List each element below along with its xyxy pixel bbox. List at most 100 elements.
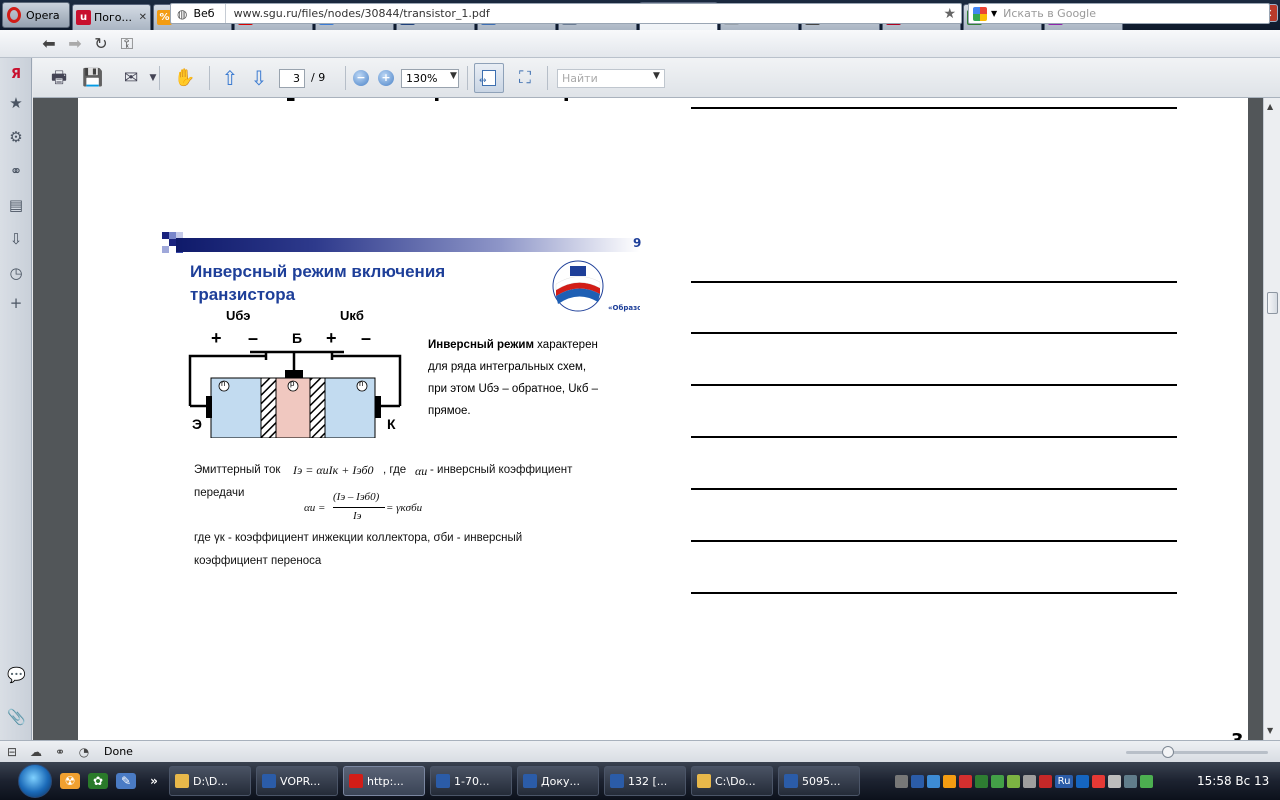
emitter-plus-sign: + — [211, 328, 222, 348]
tray-player-icon[interactable] — [943, 774, 956, 788]
page-number-input[interactable]: 3 — [279, 69, 305, 88]
unite-icon[interactable]: ⚭ — [7, 162, 25, 180]
notes-icon[interactable]: ▤ — [7, 196, 25, 214]
tray-app-icon[interactable] — [895, 774, 908, 788]
tray-keyboard-icon[interactable] — [1124, 774, 1137, 788]
share-dropdown-icon[interactable]: ▼ — [141, 67, 165, 89]
save-icon[interactable]: 💾 — [81, 67, 105, 89]
taskbar-app-icon — [262, 774, 276, 788]
scroll-down-icon[interactable]: ▼ — [1267, 726, 1273, 735]
bookmark-star-icon[interactable]: ★ — [943, 6, 961, 22]
scroll-up-icon[interactable]: ▲ — [1267, 102, 1273, 111]
google-icon[interactable] — [973, 6, 987, 21]
quicklaunch-more-icon[interactable]: » — [144, 773, 164, 789]
pdf-page: 9 Инверсный режим включения транзистора … — [78, 98, 1248, 740]
reload-icon[interactable]: ↻ — [88, 34, 114, 53]
quicklaunch-editor-icon[interactable]: ✎ — [116, 773, 136, 789]
region-n-collector: n — [359, 379, 364, 388]
language-indicator[interactable]: Ru — [1055, 774, 1073, 788]
tray-alert-icon[interactable] — [959, 774, 972, 788]
add-panel-icon[interactable]: + — [7, 294, 25, 312]
taskbar-button[interactable]: D:\D... — [169, 766, 251, 796]
downloads-icon[interactable]: ⇩ — [7, 230, 25, 248]
pdf-viewport: 9 Инверсный режим включения транзистора … — [33, 98, 1263, 740]
taskbar-button[interactable]: 132 [... — [604, 766, 686, 796]
history-clock-icon[interactable]: ◷ — [7, 264, 25, 282]
tray-speaker-icon[interactable] — [1108, 774, 1121, 788]
opera-panel-sidebar: Я ★ ⚙ ⚭ ▤ ⇩ ◷ + 💬 📎 — [0, 58, 32, 740]
taskbar-button[interactable]: http:... — [343, 766, 425, 796]
clock[interactable]: 15:58 Вс 13 — [1197, 774, 1269, 788]
chat-icon[interactable]: 💬 — [7, 666, 26, 684]
tray-display-icon[interactable] — [1140, 774, 1153, 788]
taskbar-button-label: 1-70... — [454, 774, 490, 788]
fit-width-button[interactable]: ↔ — [474, 63, 504, 93]
prev-page-icon[interactable]: ⇧ — [219, 68, 241, 88]
hand-tool-icon[interactable]: ✋ — [173, 67, 197, 89]
unite-status-icon[interactable]: ⚭ — [48, 745, 72, 759]
tray-blocked-icon[interactable] — [1092, 774, 1105, 788]
tray-volume-icon[interactable] — [1023, 774, 1036, 788]
slide-header-bar — [176, 238, 640, 252]
yandex-icon[interactable]: Я — [7, 66, 25, 84]
search-field[interactable]: ▼ Искать в Google — [968, 3, 1270, 24]
key-icon[interactable]: ⚿ — [114, 34, 140, 54]
scroll-thumb[interactable] — [1267, 292, 1278, 314]
print-icon[interactable]: 🖶 — [47, 67, 71, 89]
tray-antivirus-icon[interactable] — [1039, 774, 1052, 788]
attachment-icon[interactable]: 📎 — [7, 708, 26, 726]
find-dropdown-icon[interactable]: ▼ — [653, 71, 660, 81]
taskbar-button[interactable]: C:\Do... — [691, 766, 773, 796]
gamma-sigma-text: где γк - коэффициент инжекции коллектора… — [194, 532, 523, 544]
turbo-icon[interactable]: ◔ — [72, 745, 96, 759]
tray-update-icon[interactable] — [991, 774, 1004, 788]
fit-page-icon[interactable]: ⛶ — [513, 67, 537, 89]
note-line — [691, 540, 1177, 542]
taskbar-app-icon — [349, 774, 363, 788]
tray-skype-icon[interactable] — [975, 774, 988, 788]
zoom-out-icon[interactable]: − — [353, 70, 369, 86]
opera-link-cloud-icon[interactable]: ☁ — [24, 745, 48, 759]
tray-bluetooth-icon[interactable] — [1076, 774, 1089, 788]
tab-favicon-icon: u — [76, 10, 91, 25]
page-zoom-knob[interactable] — [1162, 746, 1174, 758]
find-input[interactable]: Найти — [557, 69, 665, 88]
taskbar-button-label: 5095... — [802, 774, 841, 788]
taskbar-button[interactable]: 1-70... — [430, 766, 512, 796]
taskbar-button[interactable]: Доку... — [517, 766, 599, 796]
pdf-toolbar: 🖶 💾 ✉ ▼ ✋ ⇧ ⇩ 3 / 9 − + 130% ▼ ↔ ⛶ Найти… — [33, 58, 1280, 98]
alpha-formula-rhs: = γкσби — [386, 502, 423, 514]
quicklaunch-app-icon[interactable]: ☢ — [60, 773, 80, 789]
tab-close-icon[interactable]: ✕ — [139, 12, 147, 23]
share-icon[interactable]: ✉ — [119, 67, 143, 89]
url-field[interactable]: ◍ Веб www.sgu.ru/files/nodes/30844/trans… — [170, 3, 962, 24]
address-toolbar: ⬅ ➡ ↻ ⚿ — [0, 30, 1280, 58]
quicklaunch-butterfly-icon[interactable]: ✿ — [88, 773, 108, 789]
tray-windows-icon[interactable] — [911, 774, 924, 788]
vertical-scrollbar[interactable]: ▲ ▼ — [1263, 98, 1280, 740]
page-zoom-slider[interactable] — [1126, 751, 1268, 754]
windows-taskbar: ☢ ✿ ✎ » D:\D... VOPR... http:... 1-70... Док… — [0, 762, 1280, 800]
taskbar-app-icon — [436, 774, 450, 788]
widgets-gear-icon[interactable]: ⚙ — [7, 128, 25, 146]
taskbar-button[interactable]: 5095... — [778, 766, 860, 796]
panel-toggle-icon[interactable]: ⊟ — [0, 745, 24, 759]
back-icon[interactable]: ⬅ — [36, 34, 62, 53]
next-page-icon[interactable]: ⇩ — [248, 68, 270, 88]
zoom-dropdown-icon[interactable]: ▼ — [450, 71, 457, 81]
start-button[interactable] — [18, 764, 52, 798]
site-info-button[interactable]: ◍ Веб — [171, 4, 226, 23]
note-line — [691, 281, 1177, 283]
tray-sync-icon[interactable] — [1007, 774, 1020, 788]
browser-tab[interactable]: u Пого... ✕ — [72, 4, 151, 30]
zoom-in-icon[interactable]: + — [378, 70, 394, 86]
forward-icon[interactable]: ➡ — [62, 34, 88, 53]
opera-menu-button[interactable]: Opera — [2, 2, 70, 28]
bookmarks-icon[interactable]: ★ — [7, 94, 25, 112]
tray-network-icon[interactable] — [927, 774, 940, 788]
collector-minus-sign: – — [361, 328, 372, 348]
side-text-line-1: характерен — [533, 339, 598, 351]
page-total: / 9 — [311, 71, 326, 84]
taskbar-button[interactable]: VOPR... — [256, 766, 338, 796]
inverse-mode-description: Инверсный режим характерен для ряда инте… — [428, 334, 628, 422]
